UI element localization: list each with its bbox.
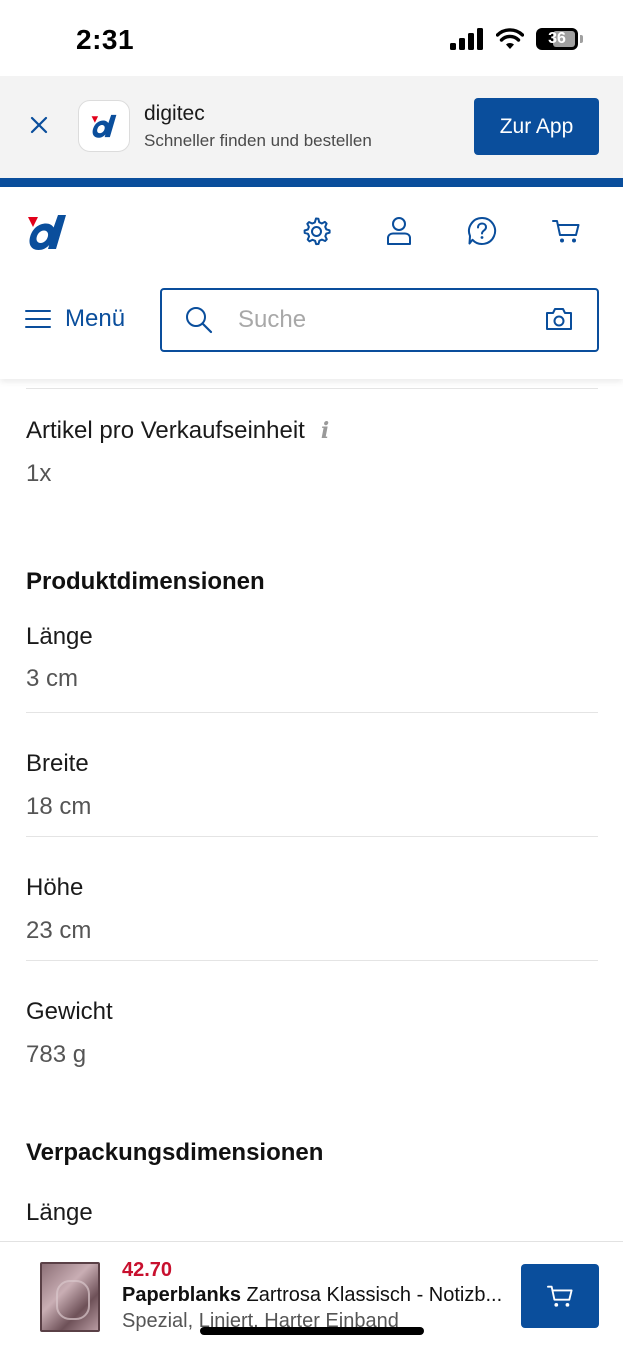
banner-close-button[interactable] [24, 110, 54, 140]
account-button[interactable] [383, 215, 415, 247]
brand-strip [0, 178, 623, 187]
spec-value: 1x [26, 460, 52, 487]
product-specs: Artikel pro Verkaufseinheit i 1x Produkt… [26, 379, 598, 1291]
settings-button[interactable] [300, 215, 332, 247]
help-button[interactable] [466, 215, 498, 247]
search-input[interactable] [238, 304, 518, 336]
camera-icon[interactable] [545, 307, 573, 331]
home-indicator[interactable] [200, 1327, 424, 1335]
section-title-packaging-dimensions: Verpackungsdimensionen [26, 1139, 324, 1166]
battery-level: 36 [548, 30, 566, 47]
spec-label: Länge [26, 1199, 93, 1226]
cart-icon [552, 220, 580, 243]
digitec-logo-icon [91, 114, 117, 138]
spec-row-height: Höhe 23 cm [26, 837, 598, 960]
home-logo[interactable] [24, 213, 70, 251]
cart-icon [547, 1285, 573, 1307]
hamburger-icon [25, 310, 51, 328]
spec-row-unit: Artikel pro Verkaufseinheit i 1x Produkt… [26, 389, 598, 595]
close-icon [30, 116, 48, 134]
spec-value: 3 cm [26, 665, 79, 692]
spec-label: Länge [26, 623, 93, 650]
spec-row-weight: Gewicht 783 g Verpackungsdimensionen [26, 961, 598, 1211]
product-name: Paperblanks Zartrosa Klassisch - Notizb.… [122, 1284, 510, 1307]
product-title: Zartrosa Klassisch - Notizb... [246, 1284, 503, 1306]
spec-label: Gewicht [26, 998, 113, 1025]
info-icon[interactable]: i [321, 418, 329, 444]
spec-row-width: Breite 18 cm [26, 713, 598, 836]
app-logo [78, 100, 130, 152]
spec-label: Höhe [26, 874, 84, 901]
wifi-icon [496, 28, 524, 49]
banner-app-name: digitec [144, 102, 205, 125]
spec-value: 18 cm [26, 793, 92, 820]
spec-value: 783 g [26, 1041, 87, 1068]
spec-value: 23 cm [26, 917, 92, 944]
site-header: Menü [0, 187, 623, 379]
menu-label: Menü [65, 305, 126, 332]
app-banner: digitec Schneller finden und bestellen Z… [0, 76, 623, 178]
search-icon [186, 307, 213, 334]
help-icon [468, 216, 497, 245]
add-to-cart-button[interactable] [521, 1264, 599, 1328]
battery-icon: 36 [536, 28, 578, 50]
gear-icon [303, 217, 331, 246]
user-icon [387, 217, 411, 245]
spec-label: Artikel pro Verkaufseinheit [26, 417, 305, 444]
product-thumbnail[interactable] [40, 1262, 100, 1332]
open-app-button[interactable]: Zur App [474, 98, 599, 155]
status-time: 2:31 [76, 24, 135, 55]
menu-button[interactable]: Menü [25, 305, 125, 333]
digitec-logo-icon [28, 215, 66, 250]
spec-row-length: Länge 3 cm [26, 585, 598, 712]
product-brand: Paperblanks [122, 1284, 241, 1306]
cart-button[interactable] [550, 215, 582, 247]
status-bar: 2:31 36 [0, 0, 623, 76]
status-icons: 36 [450, 28, 583, 50]
signal-icon [450, 28, 483, 50]
banner-subtitle: Schneller finden und bestellen [144, 131, 372, 150]
product-price: 42.70 [122, 1259, 173, 1281]
spec-label: Breite [26, 750, 89, 777]
search-box[interactable] [160, 288, 599, 352]
